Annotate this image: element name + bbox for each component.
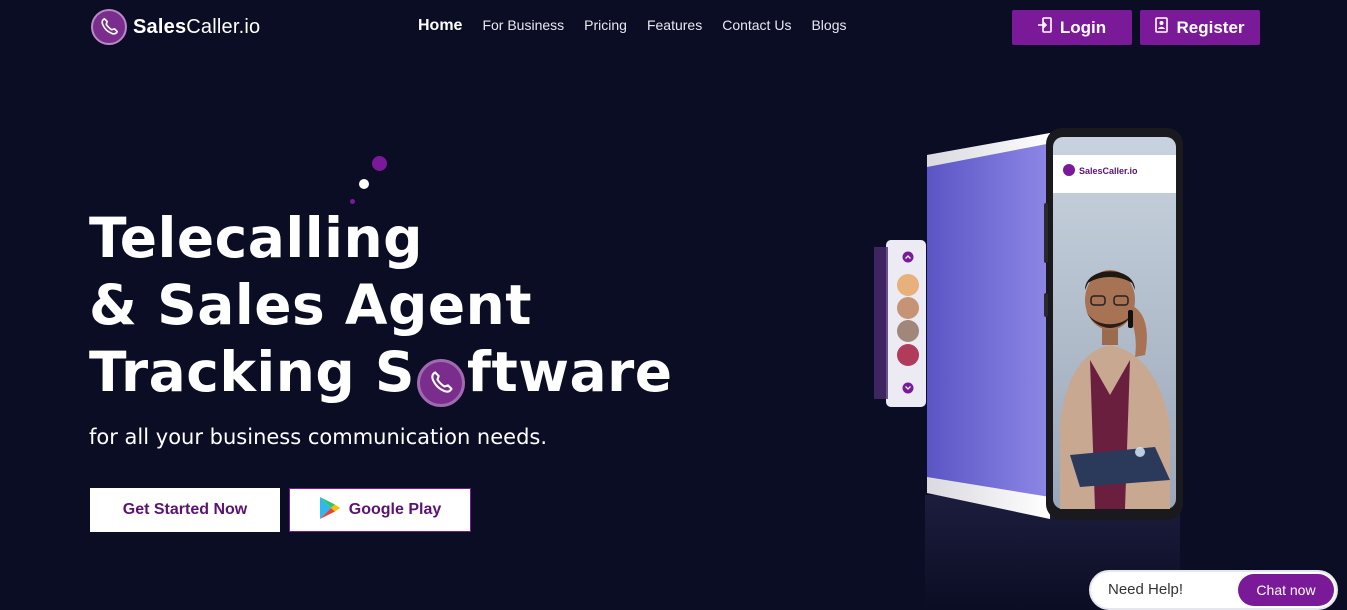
decor-dot-medium: [359, 179, 369, 189]
hero-title-line-2: & Sales Agent: [89, 273, 533, 337]
hero-title-line-1: Telecalling: [89, 206, 423, 270]
phone-brand-label: SalesCaller.io: [1079, 166, 1138, 176]
register-button[interactable]: Register: [1140, 10, 1260, 45]
nav-features[interactable]: Features: [647, 17, 702, 33]
nav-blogs[interactable]: Blogs: [811, 17, 846, 33]
phone-illustration: SalesCaller.io: [870, 125, 1190, 595]
login-button[interactable]: Login: [1012, 10, 1132, 45]
chat-widget[interactable]: Need Help! Chat now: [1089, 570, 1338, 610]
chat-now-button[interactable]: Chat now: [1238, 574, 1334, 606]
nav-for-business[interactable]: For Business: [482, 17, 564, 33]
nav-pricing[interactable]: Pricing: [584, 17, 627, 33]
decor-dot-small: [350, 199, 355, 204]
site-logo[interactable]: SalesCaller.io: [91, 9, 260, 45]
contact-strip: [874, 240, 926, 407]
google-play-label: Google Play: [348, 501, 442, 518]
google-play-icon: [319, 496, 341, 525]
hero-title-line-3: Tracking Sftware: [89, 339, 673, 407]
phone-o-icon: [417, 359, 466, 407]
register-label: Register: [1176, 17, 1245, 37]
hero-subtitle: for all your business communication need…: [89, 425, 548, 449]
get-started-button[interactable]: Get Started Now: [90, 488, 280, 532]
chat-prompt: Need Help!: [1108, 581, 1184, 598]
register-icon: [1155, 17, 1169, 38]
login-label: Login: [1059, 17, 1107, 37]
nav-contact-us[interactable]: Contact Us: [722, 17, 791, 33]
main-nav: Home For Business Pricing Features Conta…: [418, 17, 866, 35]
logo-text: SalesCaller.io: [133, 15, 261, 38]
google-play-button[interactable]: Google Play: [289, 488, 471, 532]
hero-title: Telecalling & Sales Agent Tracking Sftwa…: [89, 205, 673, 407]
decor-dot-large: [372, 156, 387, 171]
login-icon: [1037, 17, 1052, 38]
phone-logo-icon: [91, 9, 127, 45]
nav-home[interactable]: Home: [418, 17, 462, 35]
